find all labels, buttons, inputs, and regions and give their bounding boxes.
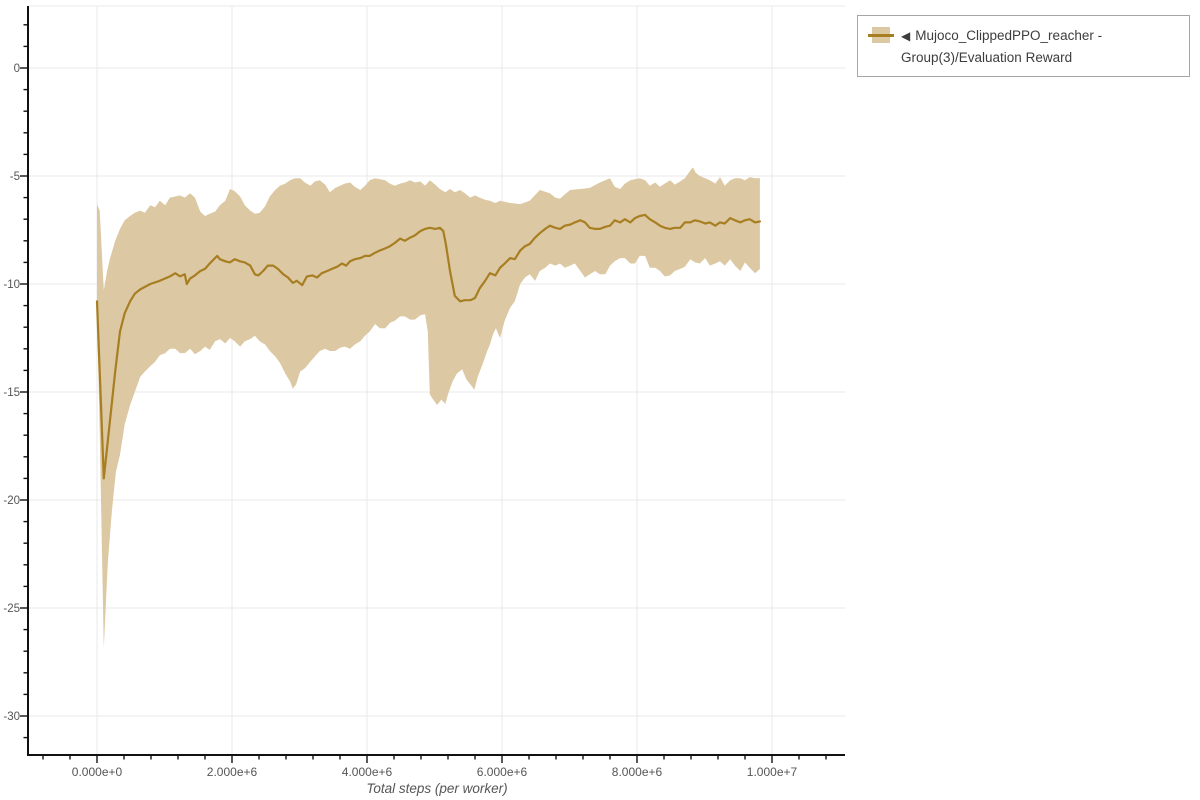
x-tick-label: 8.000e+6	[612, 765, 663, 779]
x-tick-label: 2.000e+6	[207, 765, 258, 779]
y-tick-label: -10	[3, 279, 20, 291]
dashboard-canvas: 0 -5 -10 -15 -20 -25 -30 0.000e+0 2.000e+6 4.000e…	[0, 0, 1200, 800]
y-tick-label: -25	[3, 603, 20, 615]
y-tick-label: -15	[3, 387, 20, 399]
x-tick-label: 0.000e+0	[72, 765, 123, 779]
legend-series-swatch	[868, 27, 894, 43]
x-axis-title: Total steps (per worker)	[366, 781, 508, 796]
y-tick-label: -20	[3, 495, 20, 507]
legend-series-label: Mujoco_ClippedPPO_reacher - Group(3)/Eva…	[901, 28, 1103, 65]
y-tick-label: -30	[3, 711, 20, 723]
y-tick-label: -5	[10, 171, 20, 183]
confidence-band	[97, 167, 760, 648]
legend[interactable]: ◀ Mujoco_ClippedPPO_reacher - Group(3)/Ev…	[857, 15, 1190, 77]
x-tick-label: 4.000e+6	[342, 765, 393, 779]
x-tick-label: 1.000e+7	[747, 765, 798, 779]
legend-entry[interactable]: ◀ Mujoco_ClippedPPO_reacher - Group(3)/Ev…	[901, 25, 1179, 68]
x-tick-label: 6.000e+6	[477, 765, 528, 779]
collapse-arrow-icon[interactable]: ◀	[901, 29, 910, 43]
reward-chart-plot: 0 -5 -10 -15 -20 -25 -30 0.000e+0 2.000e+6 4.000e…	[3, 5, 845, 779]
legend-line-swatch	[868, 33, 894, 37]
y-tick-label: 0	[14, 63, 20, 75]
